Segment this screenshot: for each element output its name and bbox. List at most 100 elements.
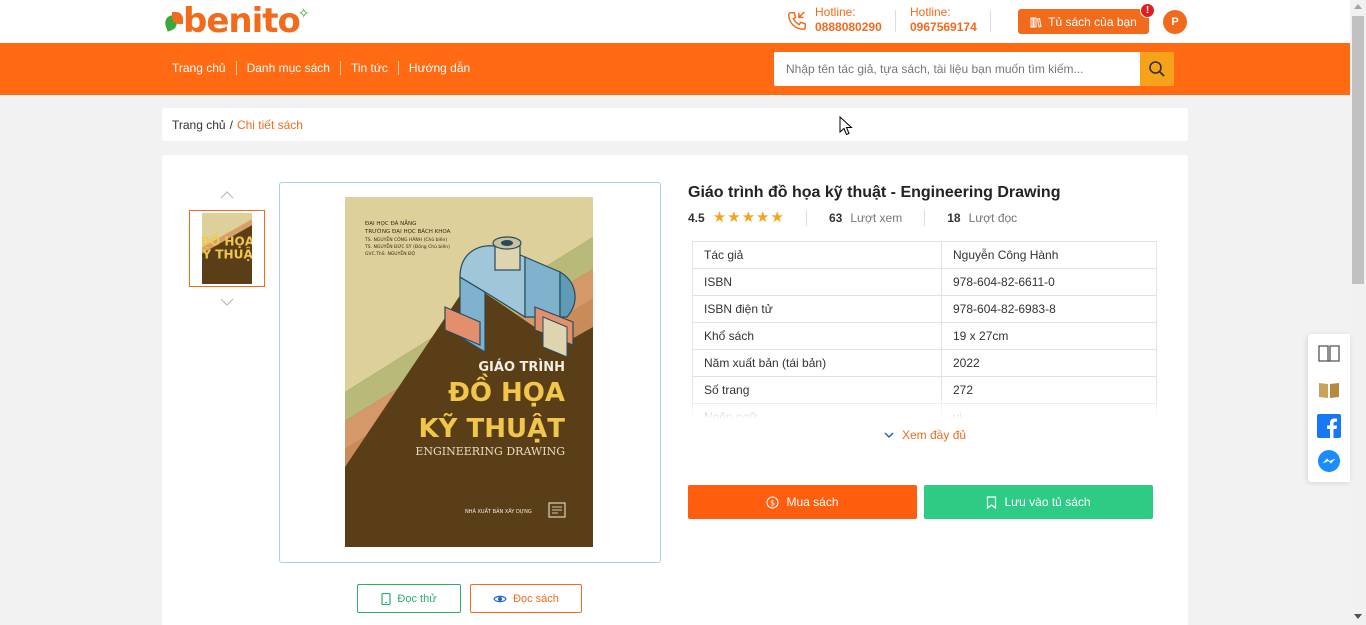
search-box: [774, 52, 1174, 86]
save-label: Lưu vào tủ sách: [1004, 495, 1091, 509]
buy-label: Mua sách: [786, 495, 839, 509]
bookshelf-label: Tủ sách của bạn: [1048, 14, 1137, 29]
hotline-number[interactable]: 0967569174: [910, 20, 977, 35]
table-row: ISBN 978-604-82-6611-0: [692, 268, 1157, 296]
show-more-label: Xem đầy đủ: [902, 428, 967, 442]
chevron-down-icon: [884, 431, 894, 438]
divider: [924, 210, 926, 226]
chevron-up-icon[interactable]: [220, 190, 234, 200]
preview-label: Đọc thử: [397, 592, 437, 605]
phone-icon: [788, 11, 806, 30]
cover-thumbnail[interactable]: ĐỒ HỌA KỸ THUẬT: [189, 210, 265, 287]
preview-button[interactable]: Đọc thử: [357, 584, 461, 613]
info-key: ISBN điện tử: [692, 295, 942, 323]
hotline-1[interactable]: Hotline: 0888080290: [815, 5, 882, 35]
bookshelf-icon: [1030, 17, 1042, 28]
table-fade: [692, 397, 1157, 419]
search-input[interactable]: [774, 52, 1140, 86]
info-key: ISBN: [692, 268, 942, 296]
star-icon: ★: [756, 209, 770, 226]
book-title: Giáo trình đồ họa kỹ thuật - Engineering…: [688, 184, 1061, 201]
cover-subtitle: ENGINEERING DRAWING: [415, 445, 565, 458]
nav-menu: Trang chủ Danh mục sách Tin tức Hướng dẫ…: [172, 60, 470, 76]
nav-item-news[interactable]: Tin tức: [351, 60, 388, 76]
hotline-label: Hotline:: [910, 5, 951, 19]
my-bookshelf-button[interactable]: Tủ sách của bạn: [1018, 9, 1149, 34]
nav-divider: [339, 61, 341, 75]
leaf-icon: [163, 10, 185, 32]
cover-top-line: TRƯỜNG ĐẠI HỌC BÁCH KHOA: [364, 228, 451, 235]
info-key: Khổ sách: [692, 322, 942, 350]
book-info-table: Tác giả Nguyễn Công Hành ISBN 978-604-82-6…: [692, 241, 1157, 419]
page-scrollbar[interactable]: [1350, 0, 1366, 625]
cover-publisher: NHÀ XUẤT BẢN XÂY DỰNG: [465, 507, 532, 515]
info-key: Năm xuất bản (tái bản): [692, 349, 942, 377]
info-value: 978-604-82-6983-8: [941, 295, 1157, 323]
rating-value: 4.5: [688, 211, 705, 225]
info-key: Tác giả: [692, 241, 942, 269]
read-label: Đọc sách: [513, 592, 559, 605]
divider: [990, 10, 991, 32]
book-cover-image: ĐẠI HỌC ĐÀ NẴNG TRƯỜNG ĐẠI HỌC BÁCH KHOA…: [345, 197, 593, 547]
book-cover-thumbnail-image: ĐỒ HỌA KỸ THUẬT: [193, 213, 262, 284]
star-icon: ★: [727, 209, 741, 226]
nav-item-guide[interactable]: Hướng dẫn: [409, 60, 470, 76]
save-to-shelf-button[interactable]: Lưu vào tủ sách: [924, 485, 1153, 519]
table-row: ISBN điện tử 978-604-82-6983-8: [692, 295, 1157, 323]
messenger-icon[interactable]: [1316, 448, 1342, 474]
bookmark-icon: [987, 495, 997, 509]
nav-item-home[interactable]: Trang chủ: [172, 60, 226, 76]
search-button[interactable]: [1140, 52, 1174, 86]
breadcrumb-home[interactable]: Trang chủ: [172, 118, 226, 132]
rating-row: 4.5 ★ ★ ★ ★ ★ 63 Lượt xem 18 Lượt đọc: [688, 210, 1017, 226]
hotline-2[interactable]: Hotline: 0967569174: [910, 5, 977, 35]
tablet-icon: [381, 592, 392, 605]
hotline-label: Hotline:: [815, 5, 856, 19]
dollar-coin-icon: $: [766, 495, 780, 509]
scrollbar-thumb[interactable]: [1352, 16, 1364, 284]
reads-label: Lượt đọc: [968, 211, 1018, 225]
show-more-link[interactable]: Xem đầy đủ: [884, 428, 966, 442]
buy-book-button[interactable]: $ Mua sách: [688, 485, 917, 519]
search-icon: [1149, 61, 1165, 77]
notification-badge: !: [1140, 3, 1155, 18]
eye-icon: [493, 595, 507, 602]
top-header: benito ✧ Hotline: 0888080290 Hotline: 09…: [0, 0, 1350, 43]
cover-title-line2: KỸ THUẬT: [419, 412, 566, 444]
mouse-cursor-icon: [839, 116, 853, 136]
hotline-number[interactable]: 0888080290: [815, 20, 882, 35]
views-count: 63: [828, 211, 843, 225]
info-value: 2022: [941, 349, 1157, 377]
user-avatar[interactable]: P: [1163, 10, 1187, 34]
info-value: 978-604-82-6611-0: [941, 268, 1157, 296]
divider: [805, 210, 807, 226]
floating-share-bar: [1308, 334, 1350, 482]
cover-title-line1: ĐỒ HỌA: [448, 372, 565, 408]
star-rating: ★ ★ ★ ★ ★: [713, 210, 784, 226]
views-label: Lượt xem: [850, 211, 903, 225]
benito-logo[interactable]: benito ✧: [163, 3, 310, 39]
table-row: Khổ sách 19 x 27cm: [692, 322, 1157, 350]
star-icon: ★: [741, 209, 756, 226]
star-icon: ★: [770, 209, 784, 226]
open-book-outline-icon[interactable]: [1316, 340, 1342, 366]
info-value: 19 x 27cm: [941, 322, 1157, 350]
open-book-icon[interactable]: [1316, 377, 1342, 403]
scroll-up-icon[interactable]: [1354, 4, 1362, 9]
sparkle-icon: ✧: [297, 4, 310, 21]
cover-top-line: ĐẠI HỌC ĐÀ NẴNG: [365, 219, 416, 227]
chevron-down-icon[interactable]: [220, 297, 234, 307]
scroll-down-icon[interactable]: [1354, 614, 1362, 619]
reads-count: 18: [947, 211, 961, 225]
breadcrumb-separator: /: [229, 117, 233, 132]
breadcrumb: Trang chủ / Chi tiết sách: [162, 108, 1188, 141]
star-icon: ★: [712, 209, 727, 226]
svg-text:KỸ THUẬT: KỸ THUẬT: [202, 247, 252, 262]
breadcrumb-current: Chi tiết sách: [236, 117, 303, 132]
info-value: Nguyễn Công Hành: [941, 241, 1157, 269]
main-nav: Trang chủ Danh mục sách Tin tức Hướng dẫ…: [0, 43, 1350, 95]
read-button[interactable]: Đọc sách: [470, 584, 582, 613]
facebook-icon[interactable]: [1316, 413, 1342, 439]
nav-item-categories[interactable]: Danh mục sách: [247, 60, 330, 76]
nav-divider: [235, 61, 237, 75]
